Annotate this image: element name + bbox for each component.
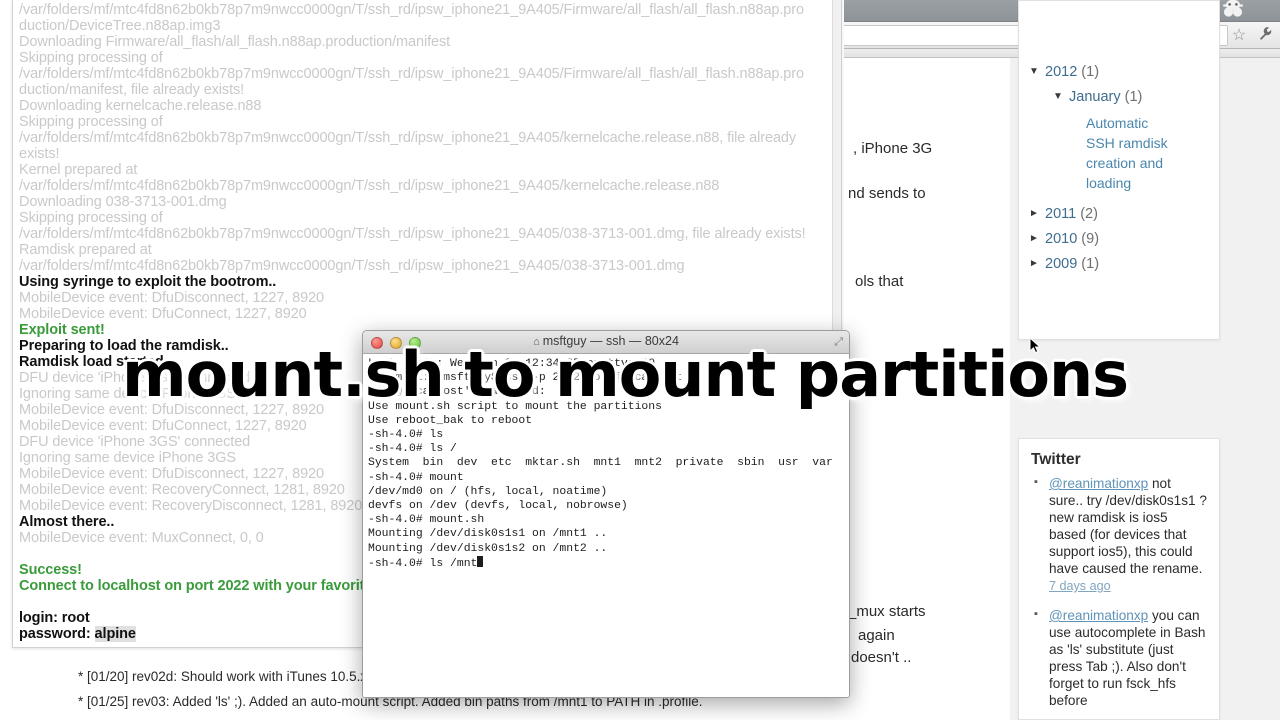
tweet-mention-link[interactable]: @reanimationxp xyxy=(1049,608,1148,623)
caption-overlay: mount.sh to mount partitions xyxy=(122,338,1129,411)
archive-year-2010[interactable]: ► 2010 (9) xyxy=(1029,230,1209,248)
mouse-cursor-icon xyxy=(1029,336,1043,355)
post-text-fragment: ols that xyxy=(855,273,904,290)
tweet-item: @reanimationxp not sure.. try /dev/disk0… xyxy=(1031,474,1207,595)
triangle-right-icon[interactable]: ► xyxy=(1029,205,1045,223)
log-line: Using syringe to exploit the bootrom.. xyxy=(19,274,277,290)
archive-year-count: (2) xyxy=(1080,206,1098,222)
post-text-fragment: doesn't .. xyxy=(851,649,912,666)
terminal-line: /dev/md0 on / (hfs, local, noatime) xyxy=(368,485,608,498)
terminal-line: -sh-4.0# ls / xyxy=(368,443,457,456)
log-line: duction/DeviceTree.n88ap.img3 xyxy=(19,18,221,34)
terminal-line: -sh-4.0# ls xyxy=(368,429,444,442)
tweet-list: @reanimationxp not sure.. try /dev/disk0… xyxy=(1031,474,1207,709)
archive-month-text: January xyxy=(1069,89,1121,105)
tweet-body: you can use autocomplete in Bash as 'ls'… xyxy=(1049,608,1206,708)
log-line: Downloading kernelcache.release.n88 xyxy=(19,98,262,114)
log-line: Ramdisk prepared at xyxy=(19,242,152,258)
archive-widget: ▼ 2012 (1) ▼ January (1) Automatic SSH r… xyxy=(1018,0,1220,340)
password-label: password: xyxy=(19,626,95,642)
triangle-right-icon[interactable]: ► xyxy=(1029,255,1045,273)
log-line: /var/folders/mf/mtc4fd8n62b0kb78p7m9nwcc… xyxy=(19,258,685,274)
log-line: /var/folders/mf/mtc4fd8n62b0kb78p7m9nwcc… xyxy=(19,130,797,146)
archive-year-2012[interactable]: ▼ 2012 (1) xyxy=(1029,63,1209,81)
archive-month-count: (1) xyxy=(1124,89,1143,105)
changelog-item: * [01/20] rev02d: Should work with iTune… xyxy=(78,669,396,684)
archive-year-text: 2010 xyxy=(1045,231,1078,247)
twitter-widget-title: Twitter xyxy=(1031,451,1081,468)
archive-year-2009[interactable]: ► 2009 (1) xyxy=(1029,255,1209,273)
log-line: Downloading Firmware/all_flash/all_flash… xyxy=(19,34,451,50)
archive-year-text: 2012 xyxy=(1045,64,1078,80)
terminal-cursor xyxy=(477,555,484,567)
tweet-body: not sure.. try /dev/disk0s1s1 ? new ramd… xyxy=(1049,476,1207,576)
log-line: Downloading 038-3713-001.dmg xyxy=(19,194,227,210)
archive-year-label[interactable]: 2011 (2) xyxy=(1045,205,1098,223)
archive-post-link[interactable]: Automatic SSH ramdisk creation and loadi… xyxy=(1086,113,1172,193)
archive-year-count: (1) xyxy=(1081,256,1100,272)
triangle-down-icon[interactable]: ▼ xyxy=(1029,63,1045,81)
post-text-fragment: again xyxy=(858,627,895,644)
log-line: /var/folders/mf/mtc4fd8n62b0kb78p7m9nwcc… xyxy=(19,2,804,18)
log-line: /var/folders/mf/mtc4fd8n62b0kb78p7m9nwcc… xyxy=(19,226,806,242)
log-line: /var/folders/mf/mtc4fd8n62b0kb78p7m9nwcc… xyxy=(19,178,720,194)
archive-month-january[interactable]: ▼ January (1) xyxy=(1029,88,1209,106)
terminal-line: System bin dev etc mktar.sh mnt1 mnt2 pr… xyxy=(368,457,833,470)
log-line: exists! xyxy=(19,146,60,162)
terminal-line: devfs on /dev (devfs, local, nobrowse) xyxy=(368,500,628,513)
log-line: MobileDevice event: DfuConnect, 1227, 89… xyxy=(19,306,307,322)
post-text-fragment: _mux starts xyxy=(848,603,926,620)
archive-year-count: (9) xyxy=(1081,231,1100,247)
incognito-icon xyxy=(1216,0,1250,24)
twitter-widget: Twitter @reanimationxp not sure.. try /d… xyxy=(1018,438,1220,720)
archive-year-text: 2011 xyxy=(1045,206,1077,222)
tweet-timestamp-link[interactable]: 7 days ago xyxy=(1049,579,1111,593)
terminal-line: Mounting /dev/disk0s1s2 on /mnt2 .. xyxy=(368,542,608,555)
archive-month-label[interactable]: January (1) xyxy=(1069,88,1142,106)
tweet-mention-link[interactable]: @reanimationxp xyxy=(1049,476,1148,491)
wrench-menu-icon[interactable] xyxy=(1252,26,1278,46)
log-line: Skipping processing of xyxy=(19,210,163,226)
log-line: Skipping processing of xyxy=(19,50,163,66)
password-value: alpine xyxy=(94,626,136,642)
terminal-line: Mounting /dev/disk0s1s1 on /mnt1 .. xyxy=(368,528,608,541)
archive-year-label[interactable]: 2009 (1) xyxy=(1045,255,1099,273)
terminal-line: -sh-4.0# ls /mnt xyxy=(368,555,844,571)
terminal-line: Use reboot_bak to reboot xyxy=(368,414,533,427)
log-line: Skipping processing of xyxy=(19,114,163,130)
log-line: /var/folders/mf/mtc4fd8n62b0kb78p7m9nwcc… xyxy=(19,66,804,82)
triangle-down-icon[interactable]: ▼ xyxy=(1053,88,1069,106)
log-line: duction/manifest, file already exists! xyxy=(19,82,245,98)
bookmark-star-icon[interactable]: ☆ xyxy=(1226,26,1252,46)
terminal-line: -sh-4.0# mount.sh xyxy=(368,514,485,527)
archive-year-text: 2009 xyxy=(1045,256,1078,272)
log-line: MobileDevice event: DfuDisconnect, 1227,… xyxy=(19,290,325,306)
archive-year-2011[interactable]: ► 2011 (2) xyxy=(1029,205,1209,223)
post-text-fragment: nd sends to xyxy=(848,185,926,202)
triangle-right-icon[interactable]: ► xyxy=(1029,230,1045,248)
tweet-item: @reanimationxp you can use autocomplete … xyxy=(1031,606,1207,709)
post-text-fragment: , iPhone 3G xyxy=(853,140,933,157)
terminal-line: -sh-4.0# mount xyxy=(368,471,464,484)
log-line: Kernel prepared at xyxy=(19,162,138,178)
archive-year-label[interactable]: 2012 (1) xyxy=(1045,63,1099,81)
archive-year-count: (1) xyxy=(1081,64,1100,80)
archive-year-label[interactable]: 2010 (9) xyxy=(1045,230,1099,248)
